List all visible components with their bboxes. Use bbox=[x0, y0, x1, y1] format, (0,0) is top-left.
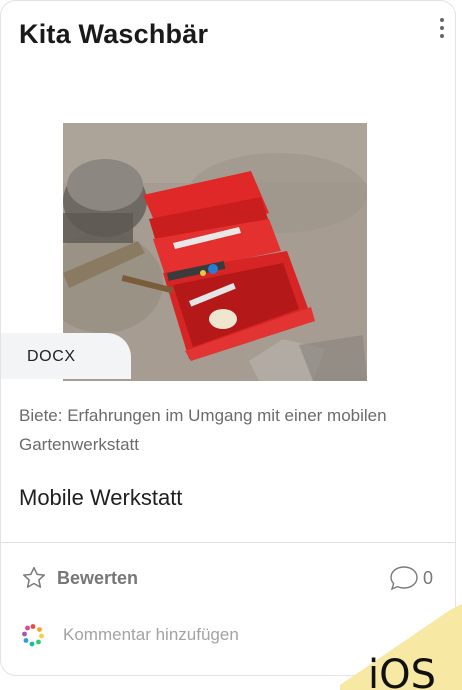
star-outline-icon bbox=[22, 566, 46, 588]
card-title: Kita Waschbär bbox=[19, 19, 209, 49]
post-description: Biete: Erfahrungen im Umgang mit einer m… bbox=[19, 406, 387, 454]
divider bbox=[1, 542, 455, 543]
comment-count: 0 bbox=[423, 567, 434, 588]
post-subtitle: Mobile Werkstatt bbox=[19, 485, 183, 510]
colorful-dots-avatar-icon bbox=[22, 624, 44, 647]
add-comment-input[interactable]: Kommentar hinzufügen bbox=[21, 621, 239, 649]
comments-button[interactable]: 0 bbox=[389, 563, 433, 593]
rate-button[interactable]: Bewerten bbox=[21, 563, 138, 593]
file-format-badge: DOCX bbox=[1, 333, 131, 379]
padlet-post-card[interactable]: Kita Waschbär DOCX Biete: Erfahrungen im… bbox=[0, 0, 456, 676]
more-vertical-icon bbox=[440, 18, 444, 22]
more-options-button[interactable] bbox=[433, 11, 451, 45]
rate-label: Bewerten bbox=[57, 567, 139, 588]
speech-bubble-icon bbox=[390, 566, 418, 591]
add-comment-placeholder: Kommentar hinzufügen bbox=[63, 625, 239, 644]
